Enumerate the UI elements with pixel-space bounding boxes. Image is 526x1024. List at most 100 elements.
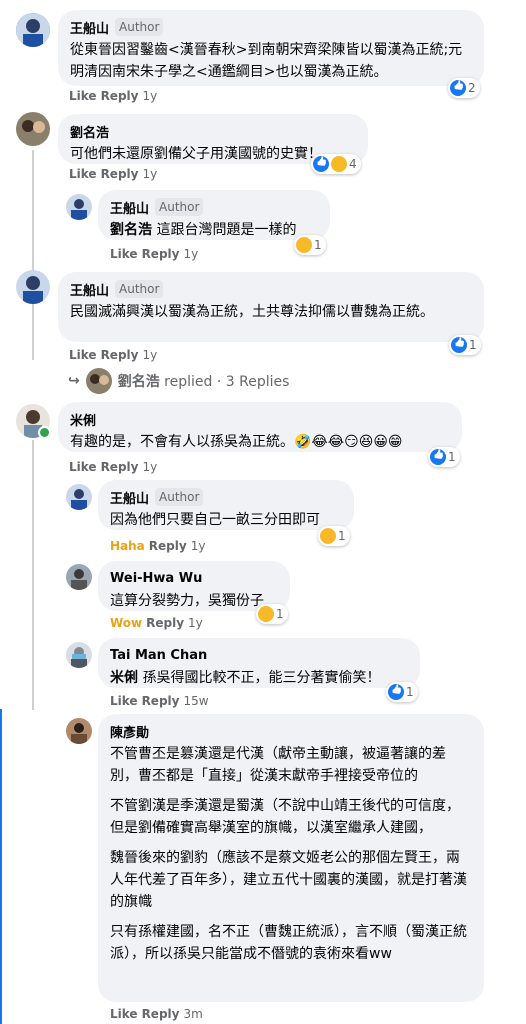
commenter-name[interactable]: 王船山 [70, 280, 109, 299]
comment-actions: Like Reply 1y [69, 459, 157, 475]
reaction-count[interactable]: 1 [256, 604, 288, 624]
commenter-name[interactable]: 王船山 [70, 18, 109, 37]
like-reaction-icon [313, 156, 329, 172]
reply-button[interactable]: Reply [146, 615, 184, 631]
like-button[interactable]: Like [110, 246, 138, 262]
author-badge: Author [115, 18, 164, 36]
timestamp[interactable]: 1y [142, 166, 157, 182]
timestamp[interactable]: 1y [183, 246, 198, 262]
comment-actions: Like Reply 1y [110, 246, 198, 262]
wow-reaction-icon [258, 606, 274, 622]
comment-actions: Like Reply 1y [69, 347, 157, 363]
timestamp[interactable]: 1y [188, 615, 203, 631]
user-avatar-icon [66, 484, 92, 510]
haha-button[interactable]: Haha [110, 538, 145, 554]
reply-button[interactable]: Reply [101, 347, 139, 363]
reply-arrow-icon: ↪ [68, 373, 80, 389]
comment-bubble: 王船山 Author 民國滅滿興漢以蜀漢為正統，土共尊法抑儒以曹魏為正統。 [58, 272, 484, 342]
reply-button[interactable]: Reply [142, 693, 180, 709]
comment-actions: Like Reply 15w [110, 693, 209, 709]
author-badge: Author [155, 488, 204, 506]
thread-line [32, 440, 34, 710]
avatar[interactable] [16, 13, 50, 47]
commenter-name[interactable]: 王船山 [110, 488, 149, 507]
reply-button[interactable]: Reply [101, 88, 139, 104]
comment-text: 孫吳得國比較不正，能三分著實偷笑！ [142, 670, 381, 686]
reaction-count[interactable]: 4 [311, 154, 361, 174]
reply-button[interactable]: Reply [142, 246, 180, 262]
like-button[interactable]: Like [69, 166, 97, 182]
thread-indicator [0, 709, 2, 1024]
comment-bubble: 王船山 Author 從東晉因習鑿齒<漢晉春秋>到南朝宋齊梁陳皆以蜀漢為正統;元明… [58, 10, 484, 86]
reply-button[interactable]: Reply [142, 1006, 180, 1022]
like-button[interactable]: Like [110, 1006, 138, 1022]
like-reaction-icon [388, 684, 404, 700]
user-avatar-icon [16, 13, 50, 47]
commenter-name[interactable]: 米俐 [70, 410, 96, 429]
timestamp[interactable]: 3m [183, 1006, 202, 1022]
avatar[interactable] [66, 718, 92, 744]
avatar[interactable] [66, 642, 92, 668]
mention-tag[interactable]: 米俐 [110, 670, 138, 686]
user-avatar-icon [85, 368, 112, 394]
comment-text: 這算分裂勢力，吳獨份子 [110, 593, 264, 609]
like-button[interactable]: Like [69, 88, 97, 104]
comment-paragraph: 魏晉後來的劉豹（應該不是蔡文姬老公的那個左賢王，兩人年代差了百年多），建立五代十… [110, 850, 467, 910]
mention-tag[interactable]: 劉名浩 [110, 222, 152, 238]
like-button[interactable]: Like [110, 693, 138, 709]
reply-button[interactable]: Reply [101, 459, 139, 475]
reply-button[interactable]: Reply [149, 538, 187, 554]
haha-reaction-icon [296, 237, 312, 253]
reaction-count[interactable]: 2 [448, 78, 480, 98]
reaction-count[interactable]: 1 [386, 682, 418, 702]
avatar[interactable] [16, 112, 50, 146]
commenter-name[interactable]: Tai Man Chan [110, 648, 207, 663]
sad-reaction-icon [331, 156, 347, 172]
user-avatar-icon [16, 270, 50, 304]
commenter-name[interactable]: 王船山 [110, 198, 149, 217]
timestamp[interactable]: 1y [142, 88, 157, 104]
timestamp[interactable]: 1y [142, 347, 157, 363]
comment-text: 這跟台灣問題是一樣的 [156, 222, 297, 238]
commenter-name[interactable]: Wei-Hwa Wu [110, 571, 202, 586]
reaction-count[interactable]: 1 [428, 447, 460, 467]
comment-paragraph: 只有孫權建國，名不正（曹魏正統派），言不順（蜀漢正統派），所以孫吳只能當成不僭號… [110, 924, 467, 962]
comment-actions: Like Reply 1y [69, 88, 157, 104]
commenter-name[interactable]: 劉名浩 [70, 122, 109, 141]
reply-bubble: 王船山 Author 因為他們只要自己一畝三分田即可 [98, 480, 354, 530]
reply-button[interactable]: Reply [101, 166, 139, 182]
comment-actions: Like Reply 1y [69, 166, 157, 182]
comment-bubble: 米俐 有趣的是，不會有人以孫吳為正統。🤣😂😂😏😆😀😁 [58, 402, 462, 452]
comment-text: 因為他們只要自己一畝三分田即可 [110, 512, 320, 528]
comment-actions: Like Reply 3m [110, 1006, 203, 1022]
user-avatar-icon [16, 112, 50, 146]
avatar[interactable] [16, 270, 50, 304]
user-avatar-icon [66, 194, 92, 220]
commenter-name[interactable]: 陳彥勛 [110, 722, 149, 741]
comment-text: 有趣的是，不會有人以孫吳為正統。🤣😂😂😏😆😀😁 [70, 434, 403, 450]
like-button[interactable]: Like [69, 347, 97, 363]
timestamp[interactable]: 15w [183, 693, 208, 709]
author-badge: Author [115, 280, 164, 298]
view-replies-link[interactable]: ↪ 劉名浩 replied · 3 Replies [68, 368, 289, 394]
like-button[interactable]: Like [69, 459, 97, 475]
user-avatar-icon [66, 718, 92, 744]
wow-button[interactable]: Wow [110, 615, 142, 631]
timestamp[interactable]: 1y [142, 459, 157, 475]
comment-actions: Wow Reply 1y [110, 615, 203, 631]
thread-line [32, 150, 34, 360]
avatar[interactable] [66, 194, 92, 220]
reaction-count[interactable]: 1 [449, 335, 481, 355]
like-reaction-icon [450, 80, 466, 96]
comment-text: 從東晉因習鑿齒<漢晉春秋>到南朝宋齊梁陳皆以蜀漢為正統;元明清因南宋朱子學之<通… [70, 42, 463, 80]
avatar[interactable] [66, 484, 92, 510]
reply-bubble: 陳彥勛 不管曹丕是篡漢還是代漢（獻帝主動讓，被逼著讓的差別，曹丕都是「直接」從漢… [98, 714, 484, 1002]
reaction-count[interactable]: 1 [318, 526, 350, 546]
reaction-count[interactable]: 1 [294, 235, 326, 255]
reply-bubble: Wei-Hwa Wu 這算分裂勢力，吳獨份子 [98, 561, 290, 611]
avatar[interactable] [66, 564, 92, 590]
reply-bubble: 王船山 Author 劉名浩 這跟台灣問題是一樣的 [98, 190, 330, 240]
comment-text: 民國滅滿興漢以蜀漢為正統，土共尊法抑儒以曹魏為正統。 [70, 304, 434, 320]
timestamp[interactable]: 1y [191, 538, 206, 554]
comment-actions: Haha Reply 1y [110, 538, 205, 554]
